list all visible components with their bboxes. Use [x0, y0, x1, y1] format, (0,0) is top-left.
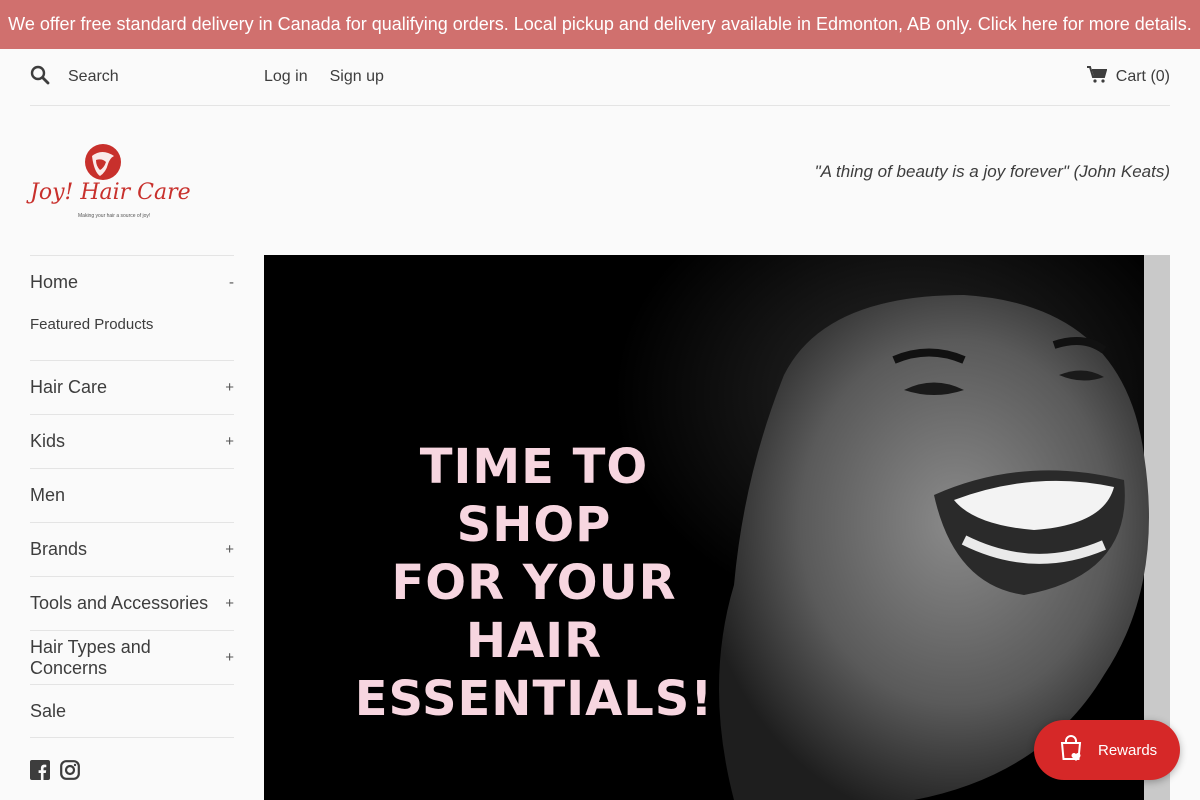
rewards-label: Rewards [1098, 741, 1158, 759]
sidebar-item-men[interactable]: Men [30, 468, 234, 522]
sidebar-item-label: Brands [30, 539, 88, 559]
instagram-icon[interactable] [60, 760, 80, 785]
sidebar-item-tools-and-accessories[interactable]: Tools and Accessories + [30, 576, 234, 630]
social-links [30, 760, 80, 785]
sidebar-item-label: Hair Care [30, 377, 108, 397]
hero-line: ESSENTIALS! [354, 671, 714, 727]
sidebar-item-hair-types-and-concerns[interactable]: Hair Types and Concerns + [30, 630, 234, 684]
search-form [30, 65, 264, 90]
sidebar-item-brands[interactable]: Brands + [30, 522, 234, 576]
expand-toggle[interactable]: + [225, 433, 234, 450]
store-logo[interactable]: Joy! Hair Care Making your hair a source… [30, 142, 191, 222]
sidebar-item-label: Home [30, 271, 79, 292]
hero-line: HAIR [465, 613, 603, 669]
cart-icon [1086, 65, 1116, 89]
top-bar: Log in Sign up Cart (0) [30, 49, 1170, 106]
hero-line: FOR YOUR [391, 555, 677, 611]
expand-toggle[interactable]: + [225, 649, 234, 666]
sidebar-item-kids[interactable]: Kids + [30, 414, 234, 468]
sidebar-item-label: Kids [30, 431, 66, 451]
sidebar-item-home[interactable]: Home - [30, 255, 234, 308]
sidebar-nav: Home - Featured Products Hair Care + Kid… [30, 255, 234, 738]
signup-link[interactable]: Sign up [330, 68, 384, 86]
sidebar-item-label: Hair Types and Concerns [30, 636, 151, 678]
hero-line: TIME TO SHOP [419, 439, 649, 553]
hero-banner[interactable]: TIME TO SHOP FOR YOUR HAIR ESSENTIALS! [264, 255, 1170, 800]
sidebar-item-label: Tools and Accessories [30, 593, 209, 613]
announcement-bar[interactable]: We offer free standard delivery in Canad… [0, 0, 1200, 49]
sidebar-subitem-featured-products[interactable]: Featured Products [30, 308, 234, 360]
rewards-button[interactable]: Rewards [1034, 720, 1180, 780]
search-input[interactable] [68, 68, 238, 86]
facebook-icon[interactable] [30, 760, 50, 785]
expand-toggle[interactable]: + [225, 595, 234, 612]
login-link[interactable]: Log in [264, 68, 308, 86]
cart-link[interactable]: Cart (0) [1086, 65, 1170, 89]
expand-toggle[interactable]: + [225, 541, 234, 558]
sidebar-item-label: Sale [30, 700, 67, 721]
logo-wordmark: Joy! Hair Care [30, 180, 191, 205]
logo-tagline: Making your hair a source of joy! [78, 213, 151, 219]
search-icon[interactable] [30, 65, 50, 90]
sidebar-item-sale[interactable]: Sale [30, 684, 234, 738]
sidebar-item-label: Men [30, 485, 66, 505]
expand-toggle[interactable]: + [225, 379, 234, 396]
hero-headline: TIME TO SHOP FOR YOUR HAIR ESSENTIALS! [334, 438, 734, 728]
gift-bag-heart-icon [1056, 733, 1098, 767]
sidebar-item-hair-care[interactable]: Hair Care + [30, 360, 234, 414]
header-quote: "A thing of beauty is a joy forever" (Jo… [814, 162, 1170, 181]
woman-silhouette-icon [85, 144, 121, 180]
collapse-toggle[interactable]: - [229, 274, 234, 291]
cart-label: Cart (0) [1115, 68, 1170, 85]
